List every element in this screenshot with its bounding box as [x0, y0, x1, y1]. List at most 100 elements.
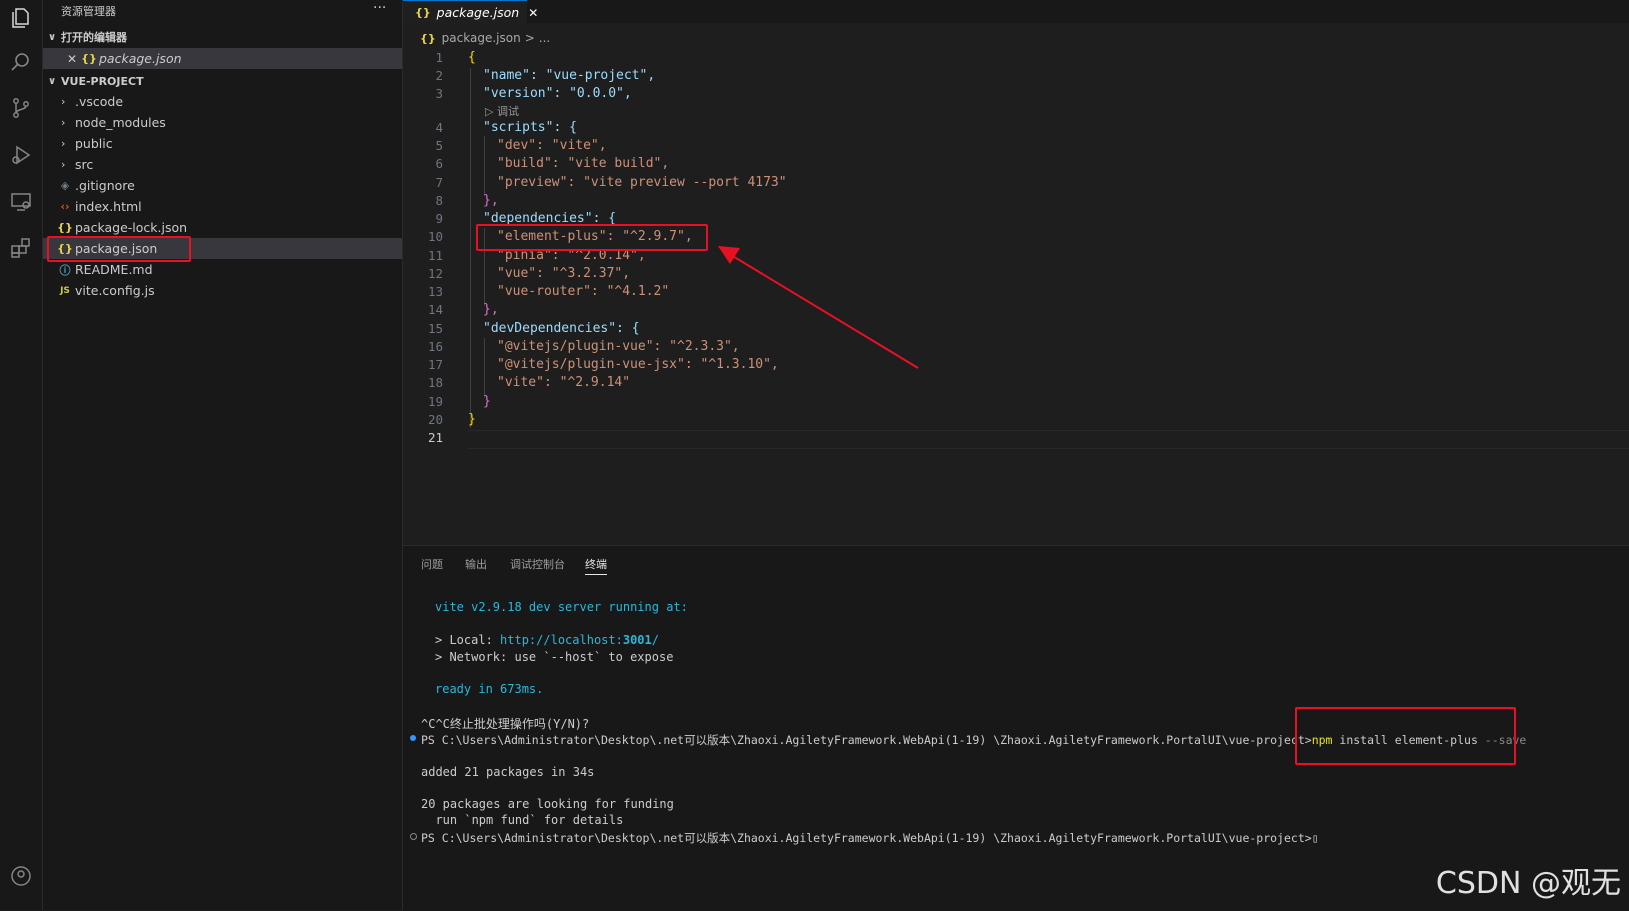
code-line: "preview": "vite preview --port 4173"	[497, 175, 787, 190]
breadcrumb-separator: >	[524, 31, 535, 45]
debug-codelens[interactable]: ▷ 调试	[485, 103, 519, 119]
tree-item-label: index.html	[75, 199, 142, 214]
terminal-text: /	[651, 633, 659, 647]
code-line: }	[468, 412, 476, 427]
terminal-line: ready in 673ms.	[435, 682, 544, 696]
line-number: 9	[435, 211, 443, 226]
code-line: "vue-router": "^4.1.2"	[497, 284, 670, 299]
line-number: 17	[427, 357, 443, 372]
source-control-icon[interactable]	[5, 92, 37, 124]
line-number: 14	[427, 302, 443, 317]
chevron-right-icon: ›	[61, 137, 66, 150]
terminal-line: 20 packages are looking for funding	[421, 797, 674, 811]
code-line: "vite": "^2.9.14"	[497, 375, 631, 390]
annotation-box-npm-command	[1295, 707, 1516, 765]
tab-problems[interactable]: 问题	[421, 556, 443, 572]
terminal-prompt: PS C:\Users\Administrator\Desktop\.net可以…	[421, 831, 1312, 845]
current-line-highlight	[468, 430, 1629, 449]
terminal-text: > Local:	[435, 633, 501, 647]
tab-debug-console[interactable]: 调试控制台	[510, 556, 565, 572]
annotation-box-package-json	[47, 236, 191, 262]
explorer-sidebar: 资源管理器 ··· ∨ 打开的编辑器 ✕ {} package.json ∨ V…	[43, 0, 403, 910]
command-decoration-icon[interactable]	[410, 833, 417, 840]
terminal-line: > Local: http://localhost:3001/	[435, 633, 659, 647]
info-icon: ⓘ	[59, 263, 71, 277]
chevron-down-icon: ∨	[47, 31, 57, 43]
tree-item-index-html[interactable]: ‹› index.html	[43, 196, 402, 217]
code-line: }	[483, 394, 491, 409]
close-icon[interactable]: ✕	[67, 52, 81, 66]
tree-item-public[interactable]: › public	[43, 133, 402, 154]
json-icon: {}	[81, 52, 97, 65]
remote-explorer-icon[interactable]	[5, 186, 37, 218]
tab-label: package.json	[436, 5, 520, 20]
tree-item-readme[interactable]: ⓘ README.md	[43, 259, 402, 280]
terminal-line: PS C:\Users\Administrator\Desktop\.net可以…	[421, 830, 1319, 846]
line-number: 10	[427, 229, 443, 244]
watermark: CSDN @观无	[1435, 866, 1621, 901]
code-line: },	[483, 302, 499, 317]
extensions-icon[interactable]	[5, 232, 37, 264]
terminal-link[interactable]: http://localhost:	[500, 633, 623, 647]
tree-item-node-modules[interactable]: › node_modules	[43, 112, 402, 133]
activity-bar	[0, 0, 43, 910]
tree-item-label: .vscode	[75, 94, 124, 109]
open-editor-label: package.json	[99, 51, 182, 66]
annotation-box-element-plus	[476, 224, 708, 251]
gitignore-icon: ◈	[60, 179, 70, 192]
chevron-down-icon: ∨	[47, 75, 57, 87]
line-number: 4	[435, 120, 443, 135]
line-number: 19	[427, 394, 443, 409]
code-line: "vue": "^3.2.37",	[497, 266, 631, 281]
annotation-arrow	[718, 246, 919, 369]
open-editor-item[interactable]: ✕ {} package.json	[43, 48, 402, 69]
line-number: 3	[435, 86, 443, 101]
explorer-title: 资源管理器	[61, 5, 116, 18]
close-icon[interactable]: ✕	[528, 6, 538, 20]
line-number: 7	[435, 175, 443, 190]
chevron-right-icon: ›	[61, 116, 66, 129]
line-number: 1	[435, 50, 443, 65]
code-line: "dev": "vite",	[497, 138, 607, 153]
open-editors-section[interactable]: ∨ 打开的编辑器	[43, 27, 402, 47]
explorer-icon[interactable]	[5, 2, 37, 34]
code-line: "version": "0.0.0",	[483, 86, 632, 101]
terminal-cursor[interactable]: ▯	[1312, 831, 1319, 845]
breadcrumb-file[interactable]: package.json	[442, 31, 521, 45]
more-actions-icon[interactable]: ···	[373, 0, 386, 16]
open-editors-label: 打开的编辑器	[61, 31, 127, 44]
terminal-line: vite v2.9.18 dev server running at:	[435, 600, 688, 614]
json-icon: {}	[420, 31, 436, 45]
breadcrumb-rest[interactable]: ...	[539, 31, 550, 45]
line-number: 2	[435, 68, 443, 83]
run-debug-icon[interactable]	[5, 139, 37, 171]
terminal-line: added 21 packages in 34s	[421, 765, 595, 779]
project-section[interactable]: ∨ VUE-PROJECT	[43, 71, 402, 91]
tree-item-label: .gitignore	[75, 178, 135, 193]
code-line: "devDependencies": {	[483, 321, 640, 336]
tree-item-package-lock[interactable]: {} package-lock.json	[43, 217, 402, 238]
tree-item-vite-config[interactable]: JS vite.config.js	[43, 280, 402, 301]
account-icon[interactable]	[5, 860, 37, 892]
code-line: {	[468, 50, 476, 65]
tree-item-src[interactable]: › src	[43, 154, 402, 175]
code-line: },	[483, 193, 499, 208]
line-number: 6	[435, 156, 443, 171]
command-decoration-icon[interactable]	[410, 735, 416, 741]
breadcrumb: {} package.json > ...	[420, 28, 550, 48]
search-icon[interactable]	[5, 46, 37, 78]
tree-item-gitignore[interactable]: ◈ .gitignore	[43, 175, 402, 196]
line-number: 18	[427, 375, 443, 390]
line-number: 20	[427, 412, 443, 427]
html-icon: ‹›	[60, 200, 70, 213]
tab-package-json[interactable]: {} package.json ✕	[403, 0, 538, 24]
terminal-line: run `npm fund` for details	[421, 813, 624, 827]
tree-item-vscode[interactable]: › .vscode	[43, 91, 402, 112]
terminal-port[interactable]: 3001	[623, 633, 652, 647]
code-line: "name": "vue-project",	[483, 68, 656, 83]
line-number: 5	[435, 138, 443, 153]
line-number: 15	[427, 321, 443, 336]
terminal-line: > Network: use `--host` to expose	[435, 650, 674, 664]
tab-terminal[interactable]: 终端	[585, 556, 607, 575]
tab-output[interactable]: 输出	[465, 556, 487, 572]
